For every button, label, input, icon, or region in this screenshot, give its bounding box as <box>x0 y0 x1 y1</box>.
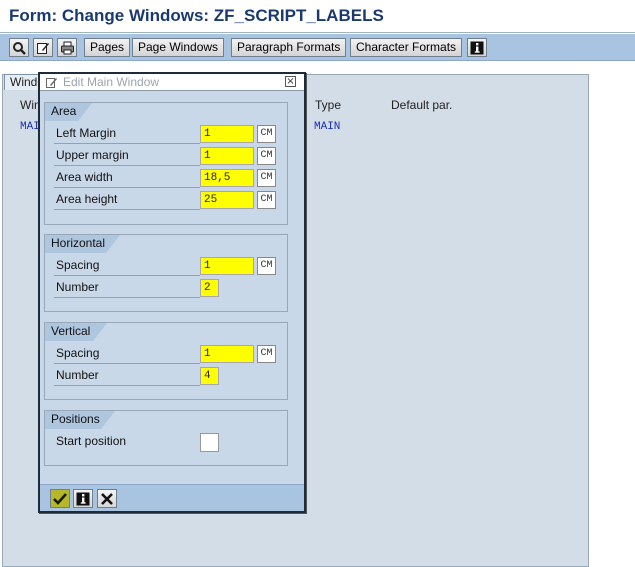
upper-margin-row: Upper margin 1 CM <box>54 146 284 166</box>
upper-margin-label: Upper margin <box>54 146 200 166</box>
column-header-default-par: Default par. <box>391 98 453 112</box>
group-horizontal-label: Horizontal <box>45 235 120 253</box>
cell-window-type: MAIN <box>314 121 341 133</box>
vertical-spacing-field[interactable]: 1 <box>200 345 254 363</box>
area-height-label: Area height <box>54 190 200 210</box>
info-icon <box>76 492 90 505</box>
column-header-type: Type <box>315 98 342 112</box>
horizontal-spacing-unit[interactable]: CM <box>257 257 276 275</box>
left-margin-row: Left Margin 1 CM <box>54 124 284 144</box>
start-position-row: Start position <box>54 432 284 452</box>
horizontal-number-field[interactable]: 2 <box>200 279 219 297</box>
area-width-row: Area width 18,5 CM <box>54 168 284 188</box>
horizontal-number-row: Number 2 <box>54 278 284 298</box>
left-margin-unit[interactable]: CM <box>257 125 276 143</box>
confirm-icon <box>53 493 67 505</box>
cancel-icon <box>101 492 113 505</box>
area-height-row: Area height 25 CM <box>54 190 284 210</box>
page-windows-button[interactable]: Page Windows <box>132 38 225 57</box>
start-position-label: Start position <box>56 434 127 448</box>
edit-main-window-dialog: Edit Main Window × Area Left Margin 1 CM… <box>38 72 306 513</box>
vertical-spacing-label: Spacing <box>54 344 200 364</box>
horizontal-spacing-row: Spacing 1 CM <box>54 256 284 276</box>
dialog-footer <box>40 484 304 511</box>
dialog-title-bar: Edit Main Window × <box>40 74 304 91</box>
vertical-number-label: Number <box>54 366 200 386</box>
info-icon[interactable] <box>467 38 487 57</box>
horizontal-spacing-field[interactable]: 1 <box>200 257 254 275</box>
confirm-button[interactable] <box>50 489 70 508</box>
area-width-unit[interactable]: CM <box>257 169 276 187</box>
group-area-label: Area <box>45 103 92 121</box>
edit-icon[interactable] <box>33 38 53 57</box>
find-icon[interactable] <box>9 38 29 57</box>
upper-margin-unit[interactable]: CM <box>257 147 276 165</box>
group-area: Area Left Margin 1 CM Upper margin 1 CM … <box>44 102 288 225</box>
paragraph-formats-button[interactable]: Paragraph Formats <box>231 38 347 57</box>
print-icon[interactable] <box>57 38 77 57</box>
group-horizontal: Horizontal Spacing 1 CM Number 2 <box>44 234 288 312</box>
vertical-number-row: Number 4 <box>54 366 284 386</box>
pages-button[interactable]: Pages <box>84 38 131 57</box>
dialog-title: Edit Main Window <box>63 75 160 89</box>
group-vertical: Vertical Spacing 1 CM Number 4 <box>44 322 288 400</box>
group-positions: Positions Start position <box>44 410 288 466</box>
left-margin-label: Left Margin <box>54 124 200 144</box>
left-margin-field[interactable]: 1 <box>200 125 254 143</box>
title-bar: Form: Change Windows: ZF_SCRIPT_LABELS <box>0 0 635 33</box>
horizontal-number-label: Number <box>54 278 200 298</box>
horizontal-spacing-label: Spacing <box>54 256 200 276</box>
close-icon[interactable]: × <box>285 76 296 87</box>
area-height-unit[interactable]: CM <box>257 191 276 209</box>
area-height-field[interactable]: 25 <box>200 191 254 209</box>
area-width-label: Area width <box>54 168 200 188</box>
info-button[interactable] <box>73 489 93 508</box>
window-title: Form: Change Windows: ZF_SCRIPT_LABELS <box>9 6 384 25</box>
application-toolbar: Pages Page Windows Paragraph Formats Cha… <box>0 34 635 61</box>
vertical-spacing-unit[interactable]: CM <box>257 345 276 363</box>
vertical-number-field[interactable]: 4 <box>200 367 219 385</box>
group-positions-label: Positions <box>45 411 115 429</box>
cancel-button[interactable] <box>97 489 117 508</box>
upper-margin-field[interactable]: 1 <box>200 147 254 165</box>
group-vertical-label: Vertical <box>45 323 107 341</box>
vertical-spacing-row: Spacing 1 CM <box>54 344 284 364</box>
dialog-edit-icon <box>46 78 57 88</box>
start-position-checkbox[interactable] <box>200 433 219 452</box>
area-width-field[interactable]: 18,5 <box>200 169 254 187</box>
cell-window-name[interactable]: MAI <box>20 121 40 133</box>
character-formats-button[interactable]: Character Formats <box>350 38 463 57</box>
